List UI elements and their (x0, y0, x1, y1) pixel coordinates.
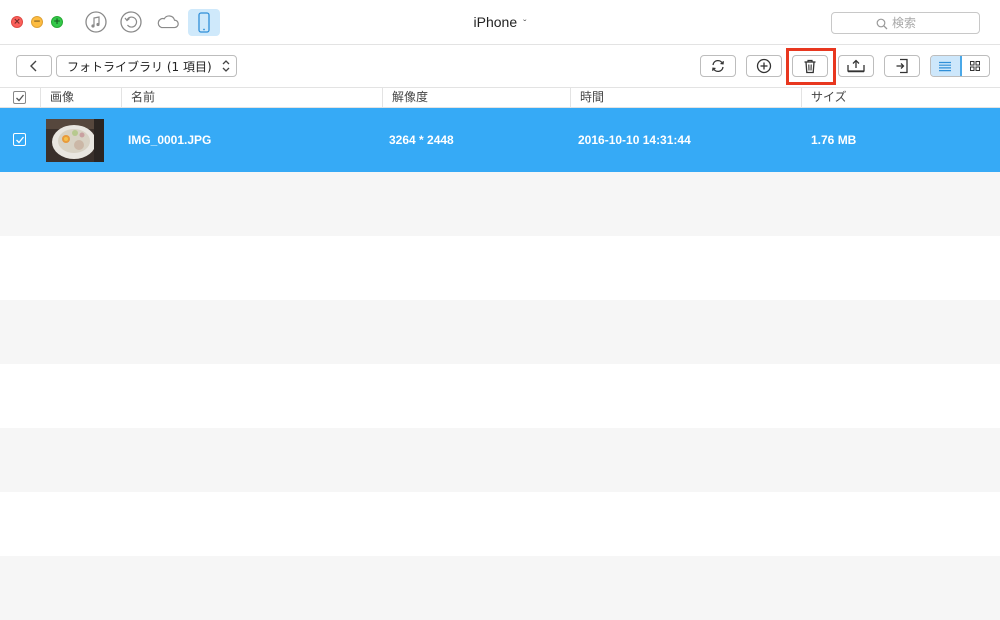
column-header-resolution[interactable]: 解像度 (382, 88, 570, 107)
checkmark-icon (16, 136, 25, 144)
list-view-icon (939, 61, 952, 71)
close-window-button[interactable]: × (11, 16, 23, 28)
chevron-down-icon: ˇ (523, 19, 527, 30)
empty-row (0, 364, 1000, 428)
title-bar: × − + iPhone ˇ (0, 0, 1000, 45)
photo-thumbnail (46, 119, 104, 162)
column-header-image[interactable]: 画像 (40, 88, 121, 107)
search-box[interactable] (831, 12, 980, 34)
file-size: 1.76 MB (811, 133, 857, 147)
column-header-size[interactable]: サイズ (801, 88, 1000, 107)
add-icon (756, 58, 772, 74)
empty-row (0, 428, 1000, 492)
updown-chevron-icon (222, 60, 230, 72)
chevron-left-icon (30, 60, 37, 72)
phone-icon[interactable] (188, 9, 220, 36)
grid-view-icon (969, 61, 980, 71)
column-header-time[interactable]: 時間 (570, 88, 801, 107)
table-row[interactable]: IMG_0001.JPG 3264 * 2448 2016-10-10 14:3… (0, 108, 1000, 172)
empty-row (0, 300, 1000, 364)
import-to-device-button[interactable] (884, 55, 920, 77)
delete-highlight-box (786, 48, 836, 85)
row-checkbox[interactable] (13, 133, 26, 146)
file-time: 2016-10-10 14:31:44 (578, 133, 691, 147)
empty-row (0, 492, 1000, 556)
export-to-computer-button[interactable] (838, 55, 874, 77)
device-selector[interactable]: iPhone ˇ (440, 14, 560, 30)
refresh-icon (712, 59, 724, 73)
music-icon[interactable] (83, 9, 109, 35)
checkmark-icon (16, 94, 25, 102)
library-select[interactable]: フォトライブラリ (1 項目) (56, 55, 237, 77)
empty-row (0, 172, 1000, 236)
restore-icon[interactable] (118, 9, 144, 35)
file-name: IMG_0001.JPG (128, 133, 212, 147)
list-view-button[interactable] (931, 56, 962, 76)
maximize-window-button[interactable]: + (51, 16, 63, 28)
refresh-button[interactable] (700, 55, 736, 77)
export-icon (847, 59, 865, 73)
library-select-label: フォトライブラリ (1 項目) (67, 59, 212, 74)
device-name: iPhone (473, 14, 518, 30)
view-mode-toggle (930, 55, 990, 77)
search-input[interactable] (892, 15, 972, 31)
file-resolution: 3264 * 2448 (389, 133, 454, 147)
toolbar: フォトライブラリ (1 項目) (0, 45, 1000, 87)
import-icon (896, 58, 908, 74)
column-header-name[interactable]: 名前 (121, 88, 382, 107)
back-button[interactable] (16, 55, 52, 77)
empty-row (0, 556, 1000, 620)
cloud-icon[interactable] (155, 9, 183, 35)
grid-view-button[interactable] (961, 56, 990, 76)
search-icon (876, 18, 888, 30)
select-all-checkbox[interactable] (13, 91, 26, 104)
add-button[interactable] (746, 55, 782, 77)
minimize-window-button[interactable]: − (31, 16, 43, 28)
table-header: 画像 名前 解像度 時間 サイズ (0, 87, 1000, 108)
empty-row (0, 236, 1000, 300)
